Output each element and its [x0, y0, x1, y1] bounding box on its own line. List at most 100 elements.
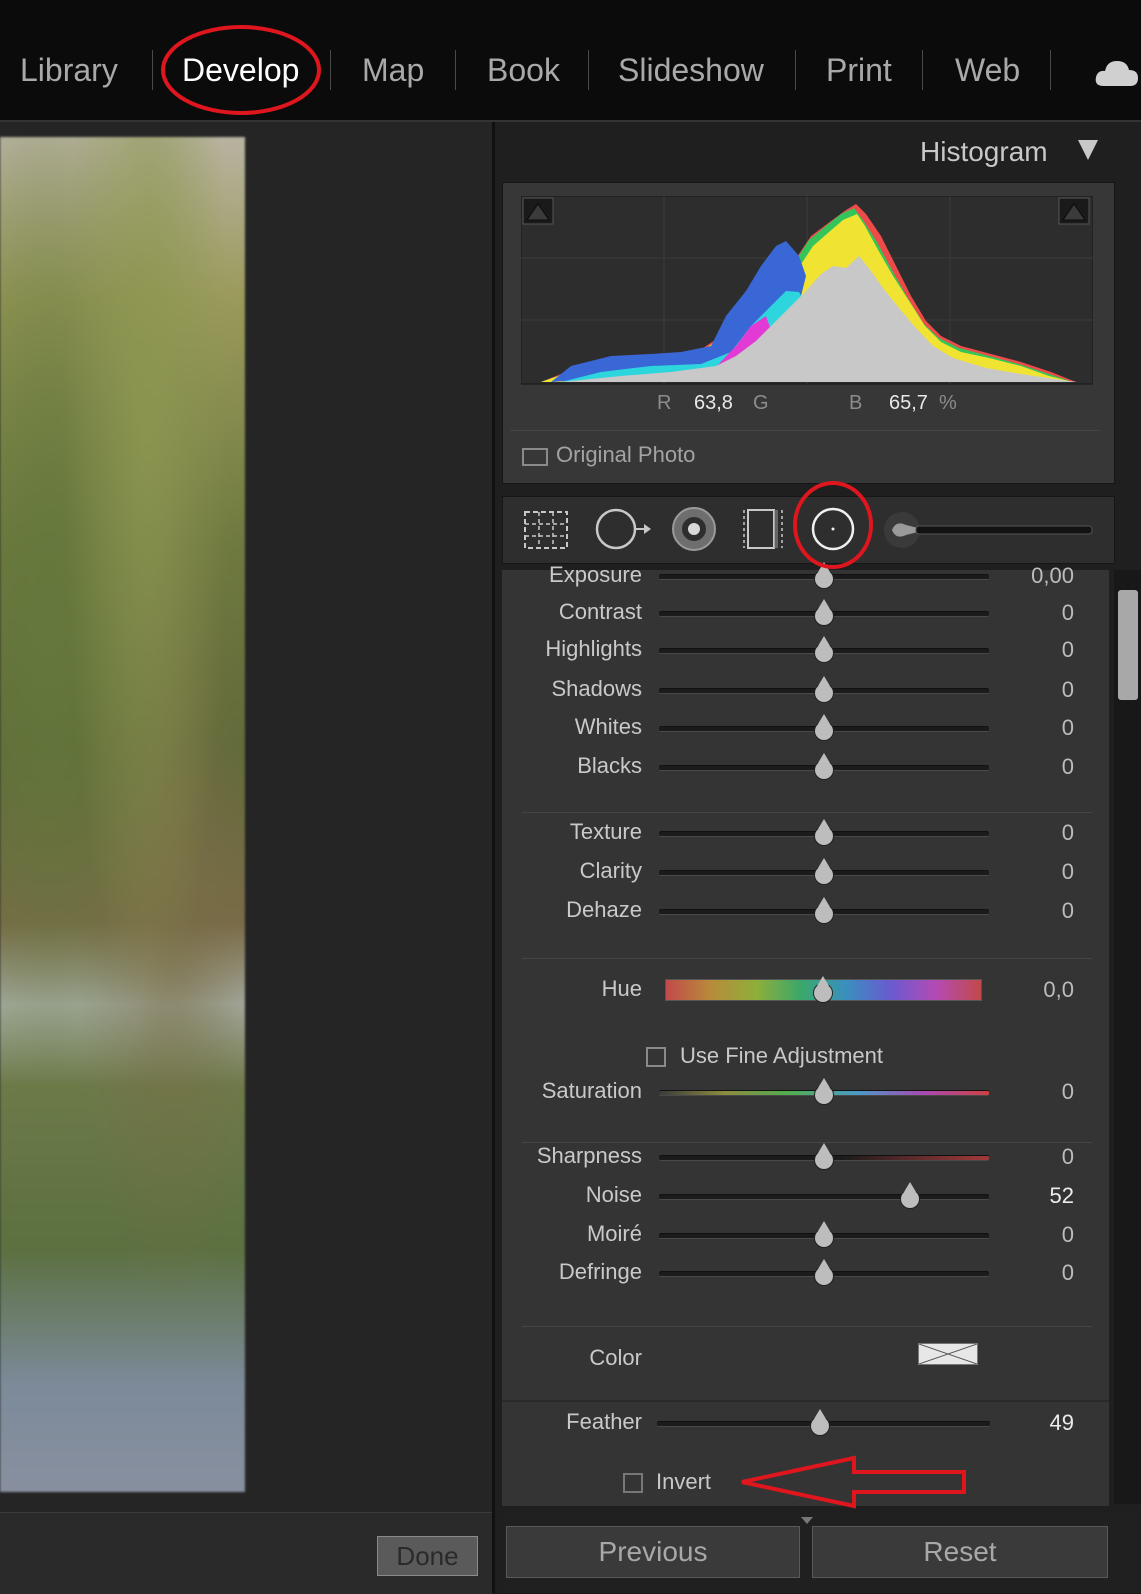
noise-value[interactable]: 52 — [994, 1183, 1074, 1209]
sharpness-label: Sharpness — [536, 1143, 642, 1168]
photo-viewer[interactable] — [0, 122, 492, 1512]
original-photo-checkbox[interactable] — [522, 448, 548, 466]
fine-adjustment-checkbox[interactable] — [646, 1047, 666, 1067]
histogram-readout: R 63,8 G B 65,7 % — [521, 392, 1091, 422]
sharpness-slider-thumb[interactable] — [815, 1143, 833, 1169]
fine-adjustment-label: Use Fine Adjustment — [680, 1043, 883, 1068]
previous-button[interactable]: Previous — [506, 1526, 800, 1578]
invert-checkbox[interactable] — [623, 1473, 643, 1493]
module-separator — [795, 50, 796, 90]
color-swatch[interactable] — [918, 1343, 978, 1365]
reset-button[interactable]: Reset — [812, 1526, 1108, 1578]
saturation-slider-thumb[interactable] — [815, 1078, 833, 1104]
texture-slider-thumb[interactable] — [815, 819, 833, 845]
graduated-filter-icon[interactable] — [742, 506, 784, 552]
contrast-value[interactable]: 0 — [994, 600, 1074, 626]
highlights-slider-thumb[interactable] — [815, 636, 833, 662]
dehaze-value[interactable]: 0 — [994, 898, 1074, 924]
dehaze-slider-thumb[interactable] — [815, 897, 833, 923]
crop-overlay-icon[interactable] — [522, 508, 570, 552]
clarity-slider-thumb[interactable] — [815, 858, 833, 884]
histogram-divider — [510, 430, 1100, 431]
histogram-graph[interactable] — [521, 196, 1093, 386]
moire-slider-thumb[interactable] — [815, 1221, 833, 1247]
hue-value[interactable]: 0,0 — [994, 977, 1074, 1003]
contrast-label: Contrast — [558, 599, 642, 624]
section-divider — [522, 1142, 1092, 1143]
original-photo-label: Original Photo — [556, 442, 696, 467]
module-map[interactable]: Map — [362, 52, 424, 89]
blacks-slider-thumb[interactable] — [815, 753, 833, 779]
saturation-label: Saturation — [541, 1078, 642, 1103]
sharpness-value[interactable]: 0 — [994, 1144, 1074, 1170]
module-library[interactable]: Library — [20, 52, 118, 89]
expand-arrow-icon[interactable] — [801, 1517, 813, 1524]
radial-filter-icon[interactable] — [810, 506, 856, 552]
color-label: Color — [589, 1345, 642, 1370]
whites-slider-thumb[interactable] — [815, 714, 833, 740]
module-separator — [588, 50, 589, 90]
contrast-slider-thumb[interactable] — [815, 599, 833, 625]
g-label: G — [753, 392, 769, 414]
module-web[interactable]: Web — [955, 52, 1020, 89]
b-value: 65,7 — [889, 392, 928, 414]
moire-value[interactable]: 0 — [994, 1222, 1074, 1248]
photo-preview[interactable] — [0, 137, 245, 1492]
module-separator — [152, 50, 153, 90]
r-value: 63,8 — [694, 392, 733, 414]
feather-label: Feather — [566, 1409, 642, 1434]
dehaze-label: Dehaze — [566, 897, 642, 922]
exposure-slider-thumb[interactable] — [815, 562, 833, 588]
clarity-label: Clarity — [579, 858, 642, 883]
section-divider — [522, 812, 1092, 813]
module-book[interactable]: Book — [487, 52, 560, 89]
collapse-triangle-icon[interactable] — [1078, 140, 1098, 160]
spot-removal-icon[interactable] — [594, 506, 652, 552]
r-label: R — [657, 392, 672, 414]
module-separator — [330, 50, 331, 90]
shadows-label: Shadows — [551, 676, 642, 701]
highlights-label: Highlights — [545, 636, 642, 661]
blacks-label: Blacks — [577, 753, 642, 778]
blacks-value[interactable]: 0 — [994, 754, 1074, 780]
b-label: B — [849, 392, 863, 414]
feather-value[interactable]: 49 — [994, 1410, 1074, 1436]
defringe-slider-thumb[interactable] — [815, 1259, 833, 1285]
exposure-label: Exposure — [549, 562, 642, 587]
histogram-title[interactable]: Histogram — [920, 136, 1048, 168]
shadows-value[interactable]: 0 — [994, 677, 1074, 703]
hue-slider-thumb[interactable] — [813, 976, 832, 1002]
noise-slider-track[interactable] — [659, 1194, 989, 1200]
module-separator — [922, 50, 923, 90]
done-button[interactable]: Done — [377, 1536, 478, 1576]
moire-label: Moiré — [586, 1221, 642, 1246]
module-slideshow[interactable]: Slideshow — [618, 52, 764, 89]
section-divider — [522, 1326, 1092, 1327]
defringe-value[interactable]: 0 — [994, 1260, 1074, 1286]
whites-label: Whites — [574, 714, 642, 739]
module-separator — [455, 50, 456, 90]
adjustment-brush-icon[interactable] — [882, 508, 1098, 552]
cloud-icon[interactable] — [1094, 58, 1140, 88]
panel-scroll-track[interactable] — [1114, 570, 1141, 1504]
module-picker-bar: Library Develop Map Book Slideshow Print… — [0, 0, 1141, 122]
module-separator — [1050, 50, 1051, 90]
texture-value[interactable]: 0 — [994, 820, 1074, 846]
noise-label: Noise — [585, 1182, 642, 1207]
noise-slider-thumb[interactable] — [900, 1182, 919, 1208]
module-print[interactable]: Print — [826, 52, 892, 89]
hue-label: Hue — [601, 976, 642, 1001]
exposure-value[interactable]: 0,00 — [994, 563, 1074, 589]
whites-value[interactable]: 0 — [994, 715, 1074, 741]
clarity-value[interactable]: 0 — [994, 859, 1074, 885]
texture-label: Texture — [569, 819, 642, 844]
panel-scrollbar[interactable] — [1118, 590, 1138, 700]
saturation-value[interactable]: 0 — [994, 1079, 1074, 1105]
red-eye-icon[interactable] — [670, 506, 718, 552]
highlights-value[interactable]: 0 — [994, 637, 1074, 663]
invert-label: Invert — [656, 1469, 712, 1494]
module-develop[interactable]: Develop — [182, 52, 299, 89]
defringe-label: Defringe — [558, 1259, 642, 1284]
shadows-slider-thumb[interactable] — [815, 676, 833, 702]
percent-sign: % — [939, 392, 957, 414]
